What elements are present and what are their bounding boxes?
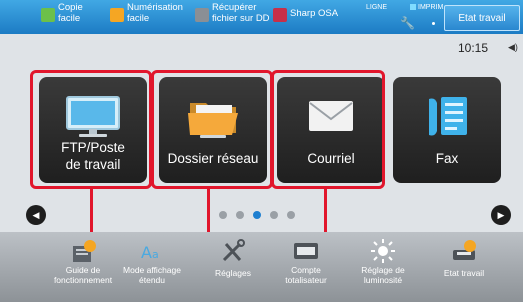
svg-text:a: a [152, 248, 159, 261]
highlight-frame [271, 70, 385, 189]
next-page-button[interactable]: ▶ [491, 205, 511, 225]
svg-text:A: A [141, 243, 152, 262]
tool-icon: 🔧 [400, 16, 415, 30]
line-indicator: LIGNE [366, 4, 388, 11]
page-dot[interactable] [236, 211, 244, 219]
copy-icon [41, 8, 55, 22]
page-dot-active[interactable] [253, 211, 261, 219]
page-dot[interactable] [287, 211, 295, 219]
zoom-text-icon: A a [141, 243, 159, 262]
job-status-bottom-button[interactable]: Etat travail [425, 238, 503, 278]
volume-icon[interactable]: ◀) [508, 42, 518, 53]
settings-button[interactable]: Réglages [194, 238, 272, 278]
clock: 10:15 [458, 41, 489, 55]
home-screen: Copie facile Numérisation facile Récupér… [0, 0, 523, 302]
fax-icon [429, 97, 467, 136]
tile-label: Fax [435, 151, 459, 166]
guide-icon [73, 240, 96, 262]
job-status-icon [453, 240, 476, 260]
previous-page-button[interactable]: ◀ [26, 205, 46, 225]
settings-icon [222, 239, 245, 262]
sharp-osa-button[interactable]: Sharp OSA [273, 2, 338, 32]
guide-button[interactable]: Guide de fonctionnement [44, 238, 122, 285]
quick-copy-button[interactable]: Copie facile [41, 2, 83, 32]
highlight-frame [30, 70, 152, 189]
job-status-button[interactable]: Etat travail [444, 5, 520, 31]
extended-display-button[interactable]: A a Mode affichage étendu [113, 238, 191, 285]
highlight-frame [151, 70, 273, 189]
brightness-icon [371, 239, 395, 263]
total-count-button[interactable]: Compte totalisateur [267, 238, 345, 285]
status-dot-icon [432, 22, 435, 25]
counter-icon [294, 243, 318, 259]
quick-scan-button[interactable]: Numérisation facile [110, 2, 183, 32]
print-indicator: IMPRIM. [410, 4, 445, 11]
retrieve-file-button[interactable]: Récupérer fichier sur DD [195, 2, 270, 32]
page-dot[interactable] [219, 211, 227, 219]
brightness-button[interactable]: Réglage de luminosité [344, 238, 422, 285]
page-dot[interactable] [270, 211, 278, 219]
tile-fax[interactable]: Fax [393, 77, 501, 183]
retrieve-file-icon [195, 8, 209, 22]
sharp-osa-icon [273, 8, 287, 22]
scan-icon [110, 8, 124, 22]
top-bar: Copie facile Numérisation facile Récupér… [0, 0, 523, 34]
